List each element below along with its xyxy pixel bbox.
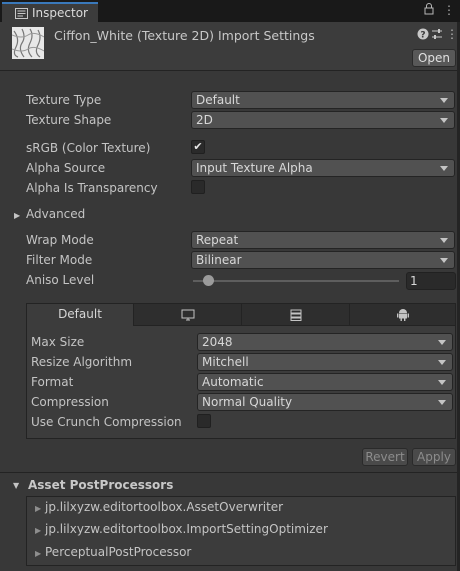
android-icon: [396, 309, 409, 321]
filter-mode-label: Filter Mode: [26, 253, 93, 267]
srgb-checkbox[interactable]: ✔: [191, 140, 205, 154]
presets-icon[interactable]: [431, 28, 443, 43]
chevron-down-icon: [440, 118, 448, 123]
tab-android[interactable]: [350, 304, 455, 326]
compression-dropdown[interactable]: Normal Quality: [197, 393, 453, 411]
lock-icon[interactable]: [424, 3, 434, 18]
alpha-source-label: Alpha Source: [26, 161, 106, 175]
window-menu-icon[interactable]: ⋮: [443, 3, 455, 17]
format-value: Automatic: [202, 375, 264, 389]
info-icon: [15, 8, 28, 19]
resize-algorithm-dropdown[interactable]: Mitchell: [197, 353, 453, 371]
compression-value: Normal Quality: [202, 395, 293, 409]
max-size-value: 2048: [202, 335, 233, 349]
tab-label: Inspector: [32, 6, 88, 20]
texture-type-dropdown[interactable]: Default: [191, 91, 455, 109]
filter-mode-dropdown[interactable]: Bilinear: [191, 251, 455, 269]
wrap-mode-dropdown[interactable]: Repeat: [191, 231, 455, 249]
filter-mode-value: Bilinear: [196, 253, 242, 267]
list-item[interactable]: PerceptualPostProcessor: [45, 545, 191, 559]
server-icon: [290, 309, 301, 321]
apply-button[interactable]: Apply: [412, 448, 456, 466]
chevron-down-icon: [440, 166, 448, 171]
use-crunch-label: Use Crunch Compression: [31, 415, 182, 429]
texture-shape-dropdown[interactable]: 2D: [191, 111, 455, 129]
tab-standalone[interactable]: [134, 304, 242, 326]
expand-arrow-icon[interactable]: ▶: [35, 526, 41, 535]
expand-arrow-icon[interactable]: ▶: [35, 504, 41, 513]
postprocessors-foldout-arrow-icon[interactable]: ▼: [13, 481, 19, 490]
tab-default[interactable]: Default: [27, 304, 134, 326]
max-size-dropdown[interactable]: 2048: [197, 333, 453, 351]
resize-algorithm-label: Resize Algorithm: [31, 355, 133, 369]
expand-arrow-icon[interactable]: ▶: [35, 549, 41, 558]
asset-header: Ciffon_White (Texture 2D) Import Setting…: [0, 22, 460, 71]
aniso-slider-thumb[interactable]: [203, 275, 214, 286]
format-label: Format: [31, 375, 74, 389]
alpha-source-dropdown[interactable]: Input Texture Alpha: [191, 159, 455, 177]
wrap-mode-value: Repeat: [196, 233, 239, 247]
texture-shape-label: Texture Shape: [26, 113, 112, 127]
postprocessors-header[interactable]: Asset PostProcessors: [28, 478, 173, 492]
asset-title: Ciffon_White (Texture 2D) Import Setting…: [54, 28, 315, 43]
advanced-foldout[interactable]: Advanced: [26, 207, 85, 221]
aniso-level-input[interactable]: 1: [406, 272, 456, 290]
chevron-down-icon: [438, 380, 446, 385]
tab-server[interactable]: [242, 304, 350, 326]
open-button[interactable]: Open: [412, 49, 456, 67]
tab-inspector[interactable]: Inspector: [2, 2, 98, 22]
svg-text:?: ?: [420, 31, 425, 41]
list-item[interactable]: jp.lilxyzw.editortoolbox.AssetOverwriter: [45, 500, 283, 514]
chevron-down-icon: [440, 258, 448, 263]
aniso-slider-track[interactable]: [193, 280, 399, 282]
alpha-source-value: Input Texture Alpha: [196, 161, 313, 175]
srgb-label: sRGB (Color Texture): [26, 141, 151, 155]
resize-algorithm-value: Mitchell: [202, 355, 249, 369]
platform-settings-panel: Default Max Size 2048 Resize Algorithm M…: [26, 303, 456, 439]
alpha-is-transparency-checkbox[interactable]: [191, 180, 205, 194]
aniso-level-label: Aniso Level: [26, 273, 95, 287]
chevron-down-icon: [438, 400, 446, 405]
alpha-is-transparency-label: Alpha Is Transparency: [26, 181, 158, 195]
chevron-down-icon: [438, 360, 446, 365]
max-size-label: Max Size: [31, 335, 85, 349]
revert-button[interactable]: Revert: [362, 448, 408, 466]
compression-label: Compression: [31, 395, 109, 409]
section-divider: [0, 472, 457, 473]
advanced-foldout-arrow-icon[interactable]: ▶: [14, 211, 20, 220]
texture-shape-value: 2D: [196, 113, 213, 127]
use-crunch-checkbox[interactable]: [197, 414, 211, 428]
postprocessors-list: ▶ jp.lilxyzw.editortoolbox.AssetOverwrit…: [26, 496, 456, 566]
list-item[interactable]: jp.lilxyzw.editortoolbox.ImportSettingOp…: [45, 522, 328, 536]
chevron-down-icon: [440, 98, 448, 103]
monitor-icon: [181, 309, 194, 321]
texture-type-label: Texture Type: [26, 93, 102, 107]
wrap-mode-label: Wrap Mode: [26, 233, 94, 247]
format-dropdown[interactable]: Automatic: [197, 373, 453, 391]
texture-thumbnail: [12, 27, 44, 59]
chevron-down-icon: [440, 238, 448, 243]
chevron-down-icon: [438, 340, 446, 345]
texture-type-value: Default: [196, 93, 240, 107]
help-icon[interactable]: ?: [417, 28, 429, 43]
